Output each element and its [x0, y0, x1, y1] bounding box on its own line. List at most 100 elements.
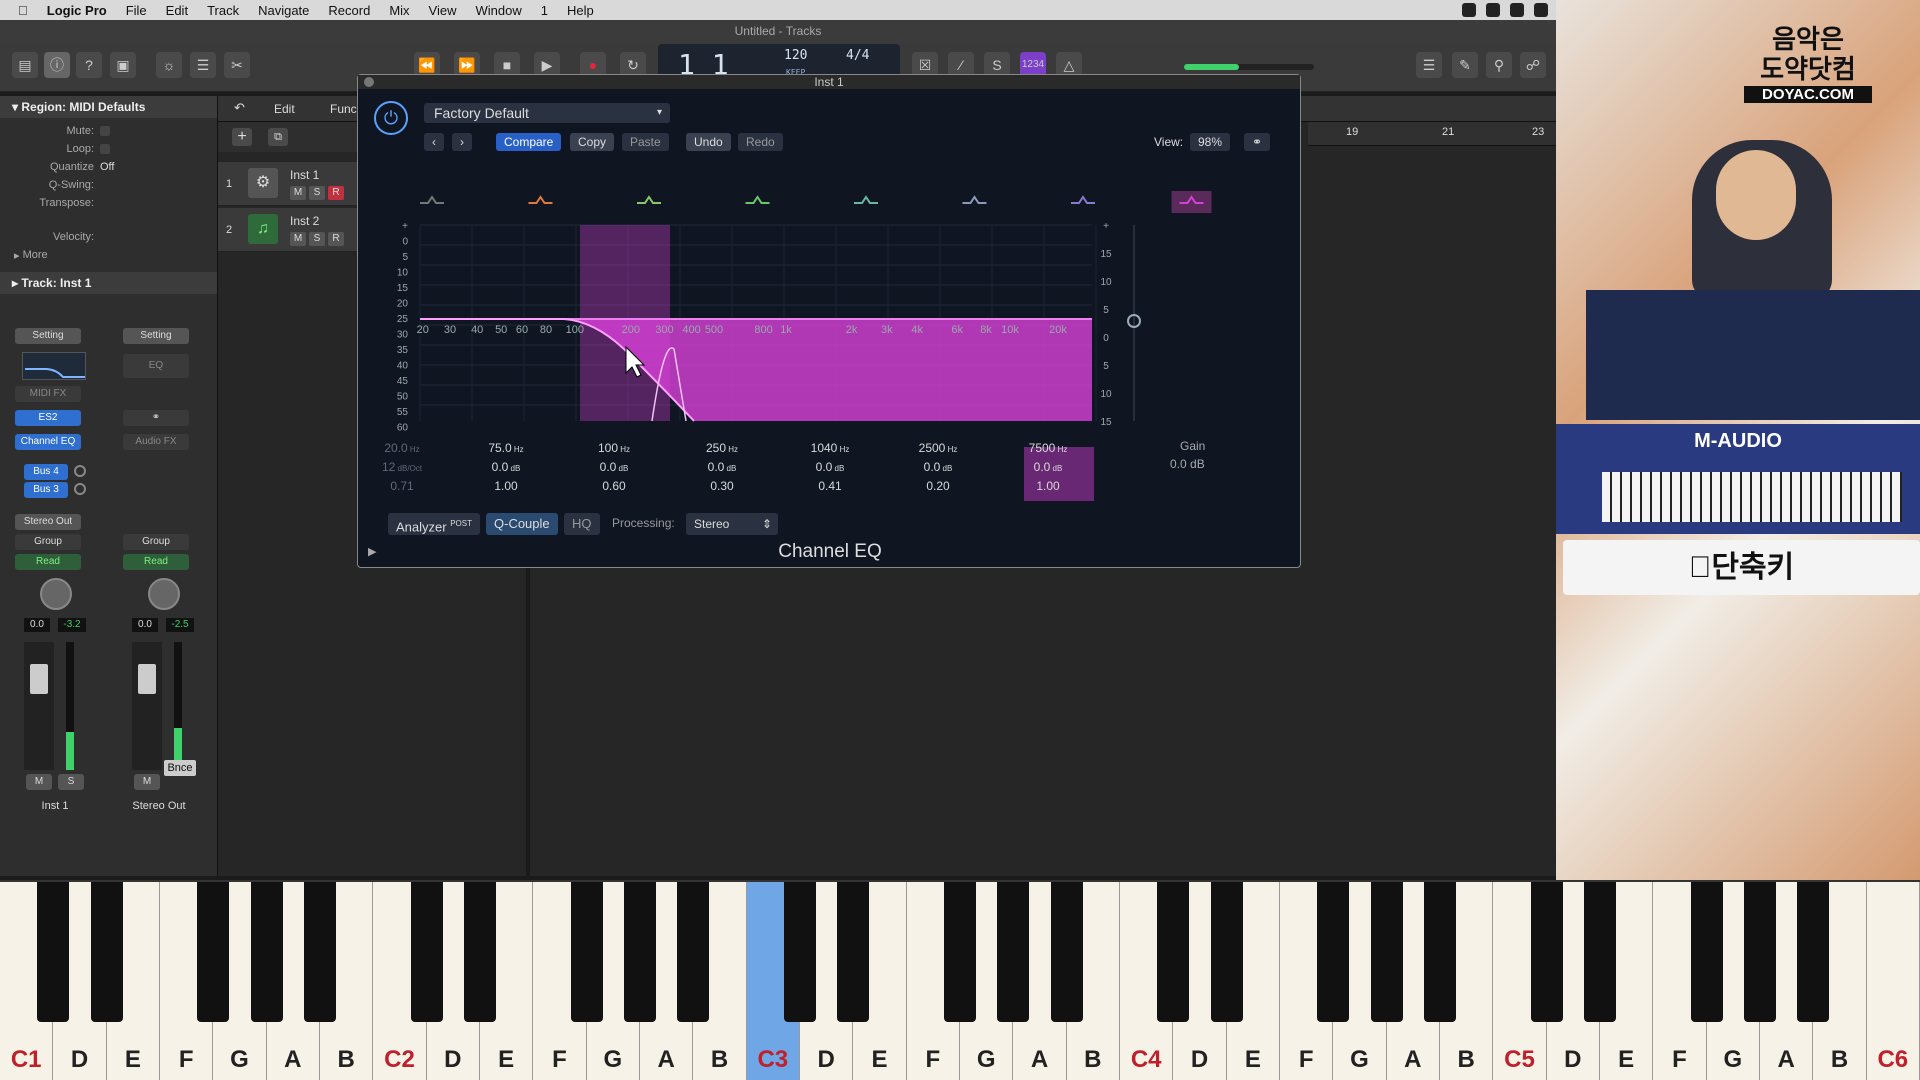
- band-q[interactable]: [1116, 477, 1196, 496]
- piano-black-key[interactable]: [997, 882, 1030, 1022]
- undo-button[interactable]: Undo: [686, 133, 731, 151]
- piano-black-key[interactable]: [1424, 882, 1456, 1022]
- piano-black-key[interactable]: [677, 882, 710, 1022]
- piano-black-key[interactable]: [90, 882, 123, 1022]
- track-row[interactable]: 2 ♫ Inst 2 M S R: [218, 208, 358, 252]
- band-gain[interactable]: 12 dB/Oct: [362, 458, 442, 477]
- output-slot[interactable]: Stereo Out: [15, 514, 81, 530]
- audio-fx-slot[interactable]: Channel EQ: [15, 434, 81, 450]
- loop-browser-icon[interactable]: ⚲: [1486, 52, 1512, 78]
- status-icon[interactable]: [1462, 3, 1476, 17]
- status-icon[interactable]: [1486, 3, 1500, 17]
- functions-menu[interactable]: Func: [330, 102, 357, 116]
- edit-menu[interactable]: Edit: [274, 102, 295, 116]
- ruler[interactable]: 19 21 23: [1308, 122, 1556, 146]
- editors-icon[interactable]: ✂: [224, 52, 250, 78]
- status-icon[interactable]: [1534, 3, 1548, 17]
- band-frequency[interactable]: 1040 Hz: [790, 439, 870, 458]
- analyzer-button[interactable]: Analyzer POST: [388, 513, 480, 535]
- piano-black-key[interactable]: [784, 882, 816, 1022]
- solo-button[interactable]: S: [58, 774, 84, 790]
- piano-black-key[interactable]: [304, 882, 336, 1022]
- menu-window[interactable]: Window: [476, 3, 522, 18]
- add-track-icon[interactable]: +: [232, 128, 252, 146]
- band-gain[interactable]: 0.0 dB: [1008, 458, 1088, 477]
- track-row[interactable]: 1 ⚙ Inst 1 M S R: [218, 162, 358, 206]
- band-5-values[interactable]: 1040 Hz 0.0 dB 0.41: [790, 439, 870, 496]
- band-gain[interactable]: 0.0 dB: [682, 458, 762, 477]
- paste-button[interactable]: Paste: [622, 133, 669, 151]
- band-q[interactable]: 1.00: [466, 477, 546, 496]
- notepad-icon[interactable]: ✎: [1452, 52, 1478, 78]
- piano-black-key[interactable]: [1050, 882, 1083, 1022]
- midi-fx-slot[interactable]: MIDI FX: [15, 386, 81, 402]
- pan-knob[interactable]: [40, 578, 72, 610]
- menu-1[interactable]: 1: [541, 3, 548, 18]
- piano-black-key[interactable]: [37, 882, 70, 1022]
- band-frequency[interactable]: 100 Hz: [574, 439, 654, 458]
- piano-black-key[interactable]: [944, 882, 976, 1022]
- menu-navigate[interactable]: Navigate: [258, 3, 309, 18]
- peak-readout[interactable]: -3.2: [58, 618, 86, 632]
- menu-view[interactable]: View: [429, 3, 457, 18]
- peak-readout[interactable]: -2.5: [166, 618, 194, 632]
- power-icon[interactable]: ⏻: [374, 101, 408, 135]
- band-q[interactable]: 0.30: [682, 477, 762, 496]
- toolbar-icon[interactable]: ▣: [110, 52, 136, 78]
- previous-preset-icon[interactable]: ‹: [424, 133, 444, 151]
- view-zoom[interactable]: 98%: [1190, 133, 1231, 151]
- piano-black-key[interactable]: [1797, 882, 1830, 1022]
- hq-button[interactable]: HQ: [564, 513, 600, 535]
- piano-black-key[interactable]: [410, 882, 443, 1022]
- group-slot[interactable]: Group: [15, 534, 81, 550]
- list-editors-icon[interactable]: ☰: [1416, 52, 1442, 78]
- q-couple-button[interactable]: Q-Couple: [486, 513, 558, 535]
- track-name[interactable]: Inst 2: [290, 214, 319, 228]
- track-name[interactable]: Inst 1: [290, 168, 319, 182]
- band-gain[interactable]: [1116, 458, 1196, 477]
- piano-black-key[interactable]: [1584, 882, 1616, 1022]
- band-6-values[interactable]: 2500 Hz 0.0 dB 0.20: [898, 439, 978, 496]
- status-icon[interactable]: [1510, 3, 1524, 17]
- band-frequency[interactable]: 75.0 Hz: [466, 439, 546, 458]
- next-preset-icon[interactable]: ›: [452, 133, 472, 151]
- track-mute-button[interactable]: M: [290, 186, 306, 200]
- setting-button[interactable]: Setting: [15, 328, 81, 344]
- strip-name[interactable]: Stereo Out: [114, 800, 204, 812]
- fader-cap[interactable]: [138, 664, 156, 694]
- band-3-values[interactable]: 100 Hz 0.0 dB 0.60: [574, 439, 654, 496]
- band-7-values[interactable]: 7500 Hz 0.0 dB 1.00: [1008, 439, 1088, 496]
- duplicate-track-icon[interactable]: ⧉: [268, 128, 288, 146]
- band-gain[interactable]: 0.0 dB: [898, 458, 978, 477]
- loop-checkbox[interactable]: [100, 144, 110, 154]
- smart-controls-icon[interactable]: ☼: [156, 52, 182, 78]
- help-icon[interactable]: ?: [76, 52, 102, 78]
- volume-fader[interactable]: [24, 642, 54, 770]
- piano-black-key[interactable]: [1317, 882, 1350, 1022]
- band-1-values[interactable]: 20.0 Hz 12 dB/Oct 0.71: [362, 439, 442, 496]
- menu-edit[interactable]: Edit: [166, 3, 188, 18]
- group-slot[interactable]: Group: [123, 534, 189, 550]
- instrument-slot[interactable]: ES2: [15, 410, 81, 426]
- piano-black-key[interactable]: [1744, 882, 1776, 1022]
- preset-menu[interactable]: Factory Default ▾: [424, 103, 670, 123]
- band-frequency[interactable]: 2500 Hz: [898, 439, 978, 458]
- band-2-values[interactable]: 75.0 Hz 0.0 dB 1.00: [466, 439, 546, 496]
- mute-button[interactable]: M: [26, 774, 52, 790]
- piano-black-key[interactable]: [1690, 882, 1723, 1022]
- balance-knob[interactable]: [148, 578, 180, 610]
- fader-cap[interactable]: [30, 664, 48, 694]
- plugin-window-title[interactable]: Inst 1: [358, 75, 1300, 89]
- automation-mode[interactable]: Read: [15, 554, 81, 570]
- piano-black-key[interactable]: [1157, 882, 1190, 1022]
- send-bus4[interactable]: Bus 4: [24, 464, 68, 480]
- menu-track[interactable]: Track: [207, 3, 239, 18]
- browsers-icon[interactable]: ☍: [1520, 52, 1546, 78]
- track-mute-button[interactable]: M: [290, 232, 306, 246]
- volume-fader[interactable]: [132, 642, 162, 770]
- band-gain[interactable]: 0.0 dB: [574, 458, 654, 477]
- menu-help[interactable]: Help: [567, 3, 594, 18]
- piano-black-key[interactable]: [464, 882, 496, 1022]
- setting-button[interactable]: Setting: [123, 328, 189, 344]
- piano-white-key[interactable]: C6: [1866, 882, 1920, 1080]
